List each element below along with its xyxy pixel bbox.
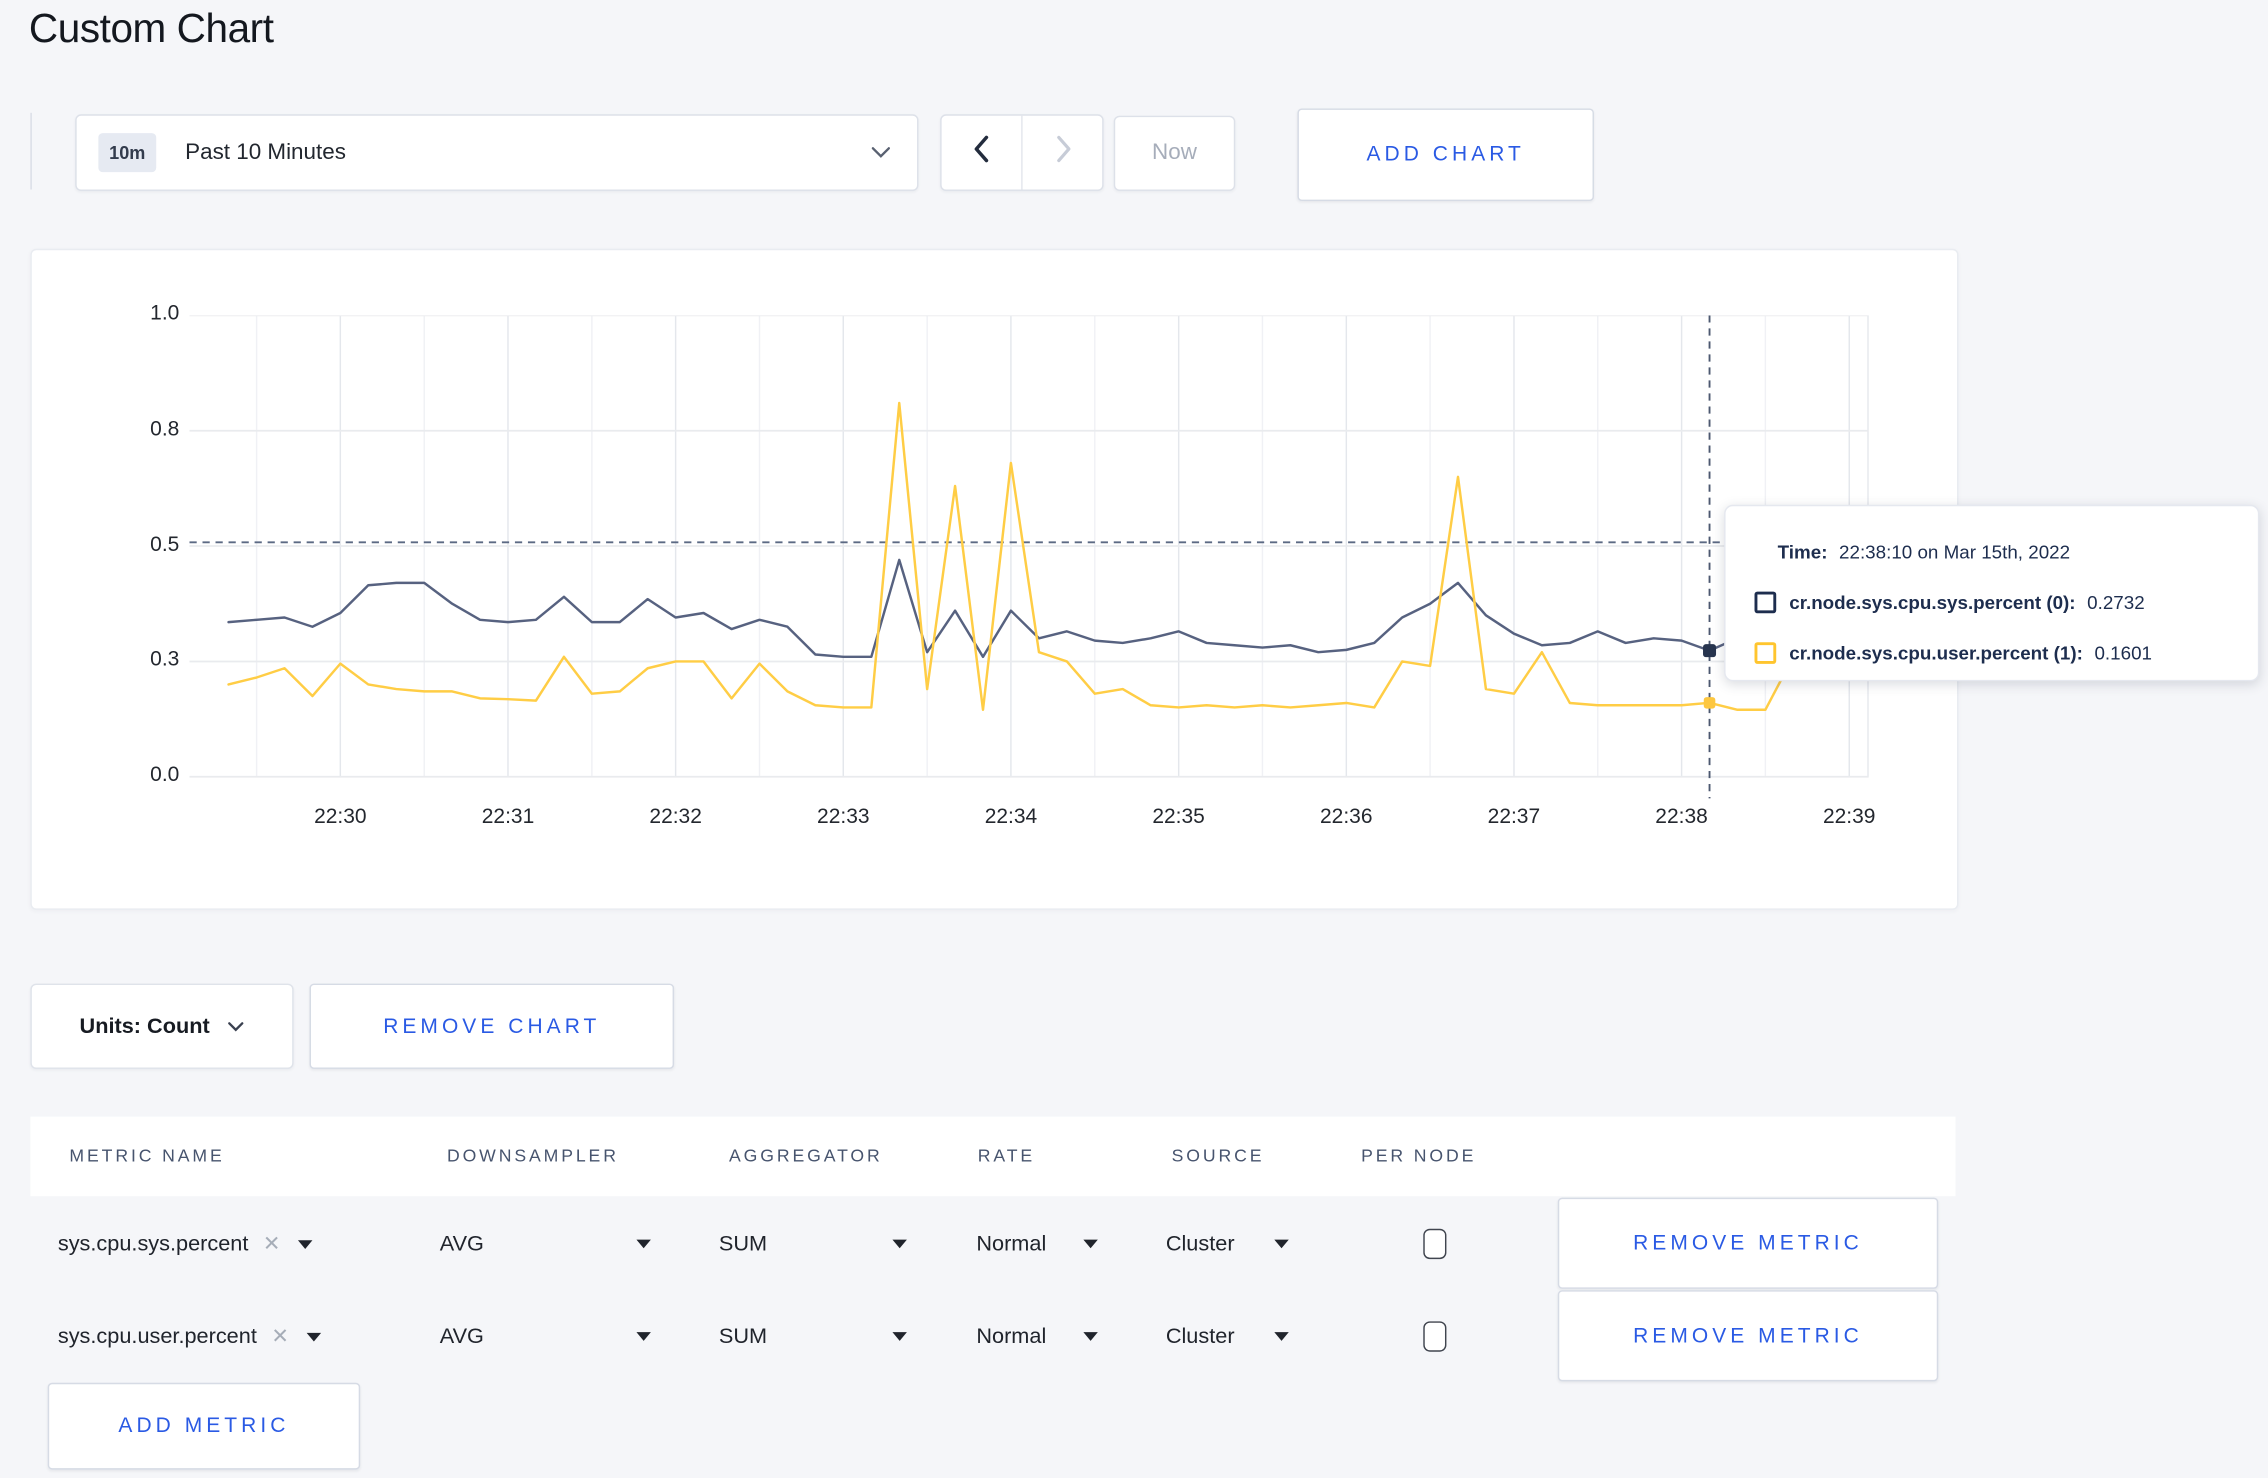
tooltip-sys-label: cr.node.sys.cpu.sys.percent (0): (1789, 591, 2076, 614)
col-metric-name: METRIC NAME (69, 1145, 225, 1166)
remove-x-icon[interactable]: ✕ (271, 1325, 289, 1348)
x-tick-label: 22:38 (1655, 805, 1708, 829)
x-tick-label: 22:31 (481, 805, 535, 829)
remove-metric-button[interactable]: REMOVE METRIC (1557, 1290, 1939, 1382)
timeseries-plot[interactable] (189, 315, 1869, 801)
caret-down-icon[interactable] (636, 1239, 651, 1249)
y-tick-label: 1.0 (150, 302, 180, 326)
caret-down-icon[interactable] (1274, 1332, 1289, 1341)
x-tick-label: 22:32 (649, 805, 702, 829)
caret-down-icon[interactable] (1083, 1239, 1098, 1249)
per-node-checkbox[interactable] (1423, 1228, 1447, 1260)
prev-time-button[interactable] (942, 115, 1023, 190)
caret-down-icon[interactable] (636, 1332, 651, 1341)
chevron-down-icon (871, 146, 891, 159)
y-tick-label: 0.5 (150, 533, 180, 557)
x-tick-label: 22:35 (1152, 805, 1205, 829)
downsampler-select[interactable]: AVG (440, 1324, 484, 1349)
time-range-label: Past 10 Minutes (185, 139, 346, 165)
metric-name-value: sys.cpu.sys.percent (57, 1231, 249, 1257)
time-nav (940, 114, 1104, 191)
remove-chart-button[interactable]: REMOVE CHART (309, 983, 675, 1069)
source-select[interactable]: Cluster (1166, 1232, 1235, 1257)
y-tick-label: 0.3 (150, 648, 180, 672)
add-chart-button[interactable]: ADD CHART (1297, 108, 1594, 202)
aggregator-select[interactable]: SUM (719, 1232, 767, 1257)
custom-chart-page: Custom Chart 10m Past 10 Minutes Now ADD… (0, 0, 2268, 1478)
aggregator-select[interactable]: SUM (719, 1324, 767, 1349)
y-tick-label: 0.0 (150, 763, 180, 787)
x-tick-label: 22:37 (1487, 805, 1541, 829)
tooltip-user-label: cr.node.sys.cpu.user.percent (1): (1789, 642, 2083, 664)
units-select[interactable]: Units: Count (30, 983, 294, 1069)
remove-x-icon[interactable]: ✕ (263, 1232, 281, 1255)
tooltip-sys-value: 0.2732 (2087, 591, 2145, 614)
x-tick-label: 22:36 (1320, 805, 1373, 829)
user-series-swatch-icon (1754, 642, 1777, 664)
chevron-right-icon (1051, 133, 1074, 172)
remove-metric-button[interactable]: REMOVE METRIC (1557, 1197, 1939, 1289)
caret-down-icon (297, 1239, 313, 1249)
tooltip-time-label: Time: (1777, 540, 1828, 563)
x-tick-label: 22:30 (314, 805, 367, 829)
metrics-table-header: METRIC NAME DOWNSAMPLER AGGREGATOR RATE … (30, 1116, 1956, 1197)
sys-series-swatch-icon (1754, 591, 1777, 614)
tooltip-time-value: 22:38:10 on Mar 15th, 2022 (1839, 540, 2071, 563)
col-rate: RATE (977, 1145, 1036, 1166)
units-label: Units: Count (79, 1013, 210, 1039)
metric-name-value: sys.cpu.user.percent (57, 1324, 257, 1349)
metric-name-select[interactable]: sys.cpu.sys.percent ✕ (57, 1231, 313, 1257)
x-tick-label: 22:34 (984, 805, 1038, 829)
col-source: SOURCE (1171, 1145, 1265, 1166)
next-time-button[interactable] (1023, 116, 1103, 190)
chevron-down-icon (227, 1013, 244, 1039)
col-aggregator: AGGREGATOR (729, 1145, 883, 1166)
caret-down-icon[interactable] (892, 1332, 907, 1341)
caret-down-icon[interactable] (1274, 1239, 1289, 1249)
downsampler-select[interactable]: AVG (440, 1232, 484, 1257)
source-select[interactable]: Cluster (1166, 1324, 1235, 1349)
x-tick-label: 22:39 (1822, 805, 1876, 829)
y-tick-label: 0.8 (150, 417, 180, 441)
metric-name-select[interactable]: sys.cpu.user.percent ✕ (58, 1324, 321, 1349)
rate-select[interactable]: Normal (976, 1232, 1046, 1257)
chart-tooltip: Time: 22:38:10 on Mar 15th, 2022 cr.node… (1724, 504, 2260, 682)
time-range-badge: 10m (98, 133, 157, 173)
add-metric-button[interactable]: ADD METRIC (47, 1382, 361, 1470)
caret-down-icon[interactable] (1083, 1332, 1098, 1341)
col-per-node: PER NODE (1361, 1145, 1477, 1166)
per-node-checkbox[interactable] (1423, 1321, 1447, 1352)
toolbar-divider (30, 112, 32, 190)
page-title: Custom Chart (28, 5, 274, 51)
rate-select[interactable]: Normal (976, 1324, 1046, 1349)
caret-down-icon (306, 1332, 321, 1341)
chevron-left-icon (970, 133, 993, 172)
col-downsampler: DOWNSAMPLER (446, 1145, 619, 1166)
tooltip-user-value: 0.1601 (2094, 642, 2152, 664)
caret-down-icon[interactable] (892, 1239, 907, 1249)
time-range-select[interactable]: 10m Past 10 Minutes (75, 114, 919, 191)
x-tick-label: 22:33 (817, 805, 870, 829)
now-button[interactable]: Now (1113, 115, 1236, 191)
